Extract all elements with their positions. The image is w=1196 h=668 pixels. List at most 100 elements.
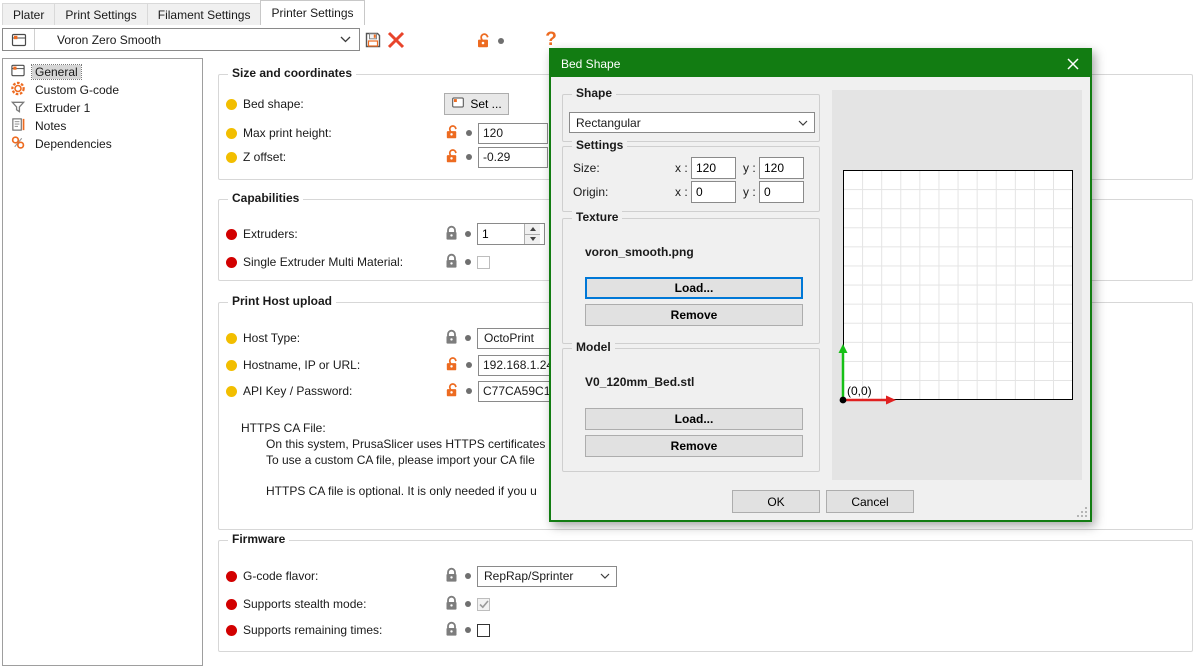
preset-name: Voron Zero Smooth [35, 33, 340, 47]
shape-group: Shape Rectangular [562, 94, 820, 142]
extruders-label: Extruders: [243, 227, 298, 241]
texture-filename: voron_smooth.png [585, 245, 694, 259]
sidebar-item-label: Dependencies [32, 137, 115, 151]
max-print-height-input[interactable] [478, 123, 548, 144]
origin-y-input[interactable] [759, 181, 804, 203]
tab-printer-settings[interactable]: Printer Settings [260, 0, 364, 25]
dialog-titlebar[interactable]: Bed Shape [551, 50, 1090, 77]
texture-remove-button[interactable]: Remove [585, 304, 803, 326]
tab-plater[interactable]: Plater [2, 3, 55, 25]
remaining-times-checkbox[interactable] [477, 624, 490, 637]
model-remove-button[interactable]: Remove [585, 435, 803, 457]
chevron-down-icon [798, 120, 808, 126]
origin-x-input[interactable] [691, 181, 736, 203]
sidebar-item-label: Extruder 1 [32, 101, 93, 115]
setting-bullet [226, 599, 237, 610]
settings-sidebar: General Custom G-code Extruder 1 Notes D… [2, 58, 203, 666]
hostname-label: Hostname, IP or URL: [243, 358, 360, 372]
tab-filament-settings[interactable]: Filament Settings [147, 3, 262, 25]
gcode-flavor-select[interactable]: RepRap/Sprinter [477, 566, 617, 587]
z-offset-label: Z offset: [243, 150, 286, 164]
tab-print-settings[interactable]: Print Settings [54, 3, 147, 25]
extruders-input[interactable] [478, 224, 524, 244]
printer-icon [3, 29, 35, 50]
lock-icon[interactable] [444, 567, 459, 586]
https-ca-file-line3: HTTPS CA file is optional. It is only ne… [266, 483, 537, 499]
modified-dot [466, 154, 472, 160]
printer-icon [451, 96, 465, 112]
gear-icon [10, 81, 26, 99]
modified-dot [465, 573, 471, 579]
https-ca-file-line1: On this system, PrusaSlicer uses HTTPS c… [266, 436, 545, 452]
shape-select[interactable]: Rectangular [569, 112, 815, 133]
shape-value: Rectangular [576, 116, 641, 130]
sidebar-item-notes[interactable]: Notes [3, 117, 202, 135]
section-title: Capabilities [228, 191, 303, 205]
sidebar-item-extruder-1[interactable]: Extruder 1 [3, 99, 202, 117]
dependencies-icon [10, 135, 26, 153]
modified-dot [465, 627, 471, 633]
modified-dot [466, 130, 472, 136]
sidebar-item-label: General [32, 65, 81, 79]
gcode-flavor-label: G-code flavor: [243, 569, 318, 583]
modified-dot [498, 38, 504, 44]
funnel-icon [10, 99, 26, 117]
origin-axes: (0,0) [836, 338, 926, 408]
lock-icon[interactable] [444, 329, 459, 348]
setting-bullet [226, 625, 237, 636]
unlock-icon[interactable] [444, 124, 460, 143]
lock-icon[interactable] [444, 225, 459, 244]
unlock-icon[interactable] [444, 382, 460, 401]
prusaslicer-window: Plater Print Settings Filament Settings … [0, 0, 1196, 668]
lock-icon[interactable] [444, 621, 459, 640]
delete-preset-icon[interactable] [385, 29, 407, 51]
modified-dot [465, 601, 471, 607]
dialog-title: Bed Shape [561, 57, 620, 71]
cancel-button[interactable]: Cancel [826, 490, 914, 513]
save-preset-icon[interactable] [362, 29, 384, 51]
section-title: Firmware [228, 532, 289, 546]
resize-grip[interactable] [1077, 507, 1087, 517]
unlock-icon[interactable] [444, 148, 460, 167]
stealth-mode-checkbox[interactable] [477, 598, 490, 611]
ok-button[interactable]: OK [732, 490, 820, 513]
setting-bullet [226, 152, 237, 163]
setting-bullet [226, 128, 237, 139]
texture-load-button[interactable]: Load... [585, 277, 803, 299]
size-label: Size: [573, 161, 600, 175]
setting-bullet [226, 229, 237, 240]
extruders-stepper[interactable] [477, 223, 545, 245]
gcode-flavor-value: RepRap/Sprinter [484, 569, 573, 583]
host-type-label: Host Type: [243, 331, 300, 345]
unlock-icon[interactable] [472, 29, 494, 51]
stepper-up-icon[interactable] [525, 224, 540, 235]
lock-icon[interactable] [444, 253, 459, 272]
model-load-button[interactable]: Load... [585, 408, 803, 430]
semm-checkbox[interactable] [477, 256, 490, 269]
setting-bullet [226, 257, 237, 268]
texture-group: Texture voron_smooth.png Load... Remove [562, 218, 820, 344]
settings-group: Settings Size: x : y : Origin: x : y : [562, 146, 820, 212]
z-offset-input[interactable] [478, 147, 548, 168]
size-x-input[interactable] [691, 157, 736, 179]
unlock-icon[interactable] [444, 356, 460, 375]
bed-shape-set-button[interactable]: Set ... [444, 93, 509, 115]
sidebar-item-label: Notes [32, 119, 69, 133]
chevron-down-icon [340, 36, 351, 43]
printer-preset-combo[interactable]: Voron Zero Smooth [2, 28, 360, 51]
sidebar-item-custom-gcode[interactable]: Custom G-code [3, 81, 202, 99]
note-icon [10, 117, 26, 135]
y-label: y : [743, 185, 756, 199]
bed-preview-panel: (0,0) [832, 90, 1082, 480]
section-firmware: Firmware G-code flavor: RepRap/Sprinter … [218, 540, 1193, 652]
sidebar-item-dependencies[interactable]: Dependencies [3, 135, 202, 153]
size-y-input[interactable] [759, 157, 804, 179]
sidebar-item-general[interactable]: General [3, 63, 202, 81]
stealth-mode-label: Supports stealth mode: [243, 597, 366, 611]
x-label: x : [675, 161, 688, 175]
stepper-down-icon[interactable] [525, 235, 540, 245]
modified-dot [465, 231, 471, 237]
model-group-title: Model [572, 340, 615, 354]
close-icon[interactable] [1056, 50, 1090, 77]
lock-icon[interactable] [444, 595, 459, 614]
